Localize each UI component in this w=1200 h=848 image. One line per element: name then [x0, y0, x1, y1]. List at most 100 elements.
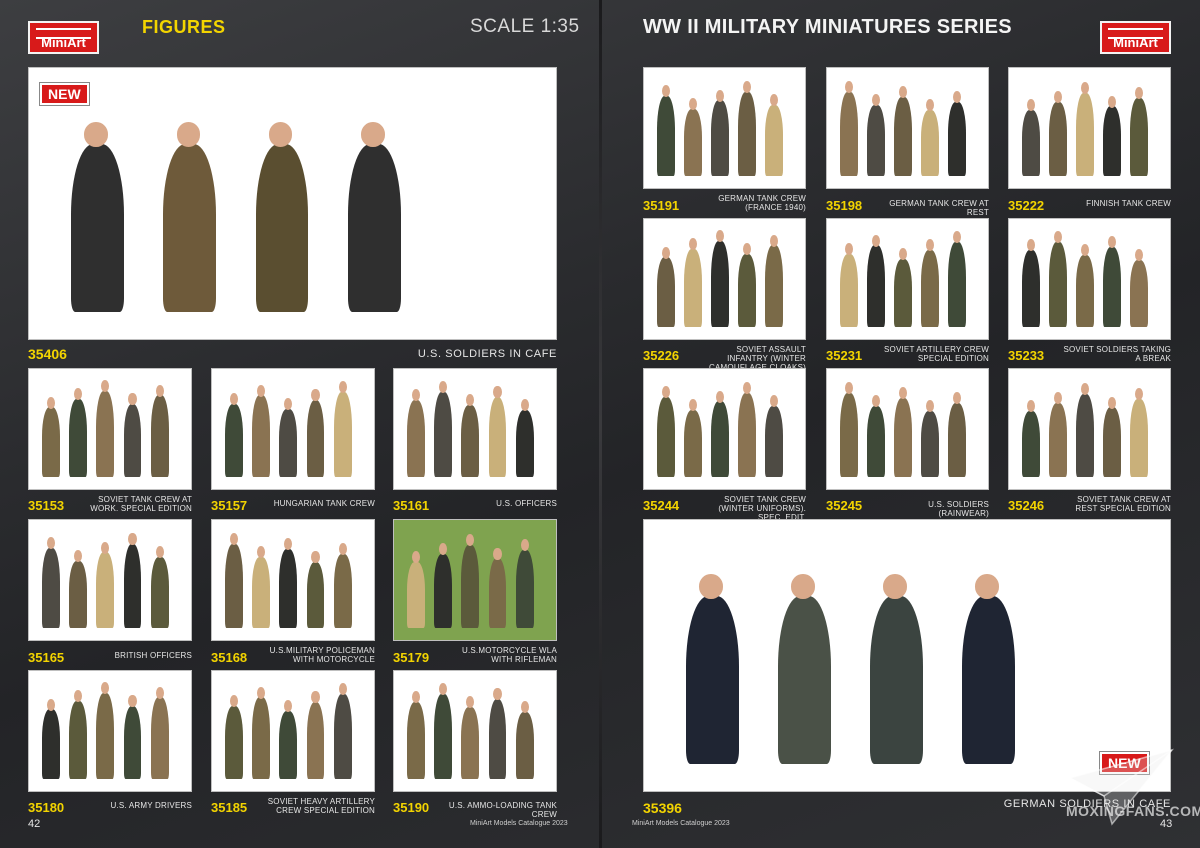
figure-head [74, 690, 83, 703]
product-caption-35165: BRITISH OFFICERS [114, 651, 192, 660]
figure-silhouette [948, 101, 966, 176]
figure-silhouette [279, 408, 298, 477]
figure-head [155, 686, 164, 699]
figure-silhouette [710, 401, 729, 477]
product-number-35161: 35161 [393, 498, 430, 513]
figure-silhouette [333, 553, 352, 628]
figures-illustration [644, 369, 805, 489]
figure-silhouette [1130, 259, 1148, 327]
figure-silhouette [839, 393, 858, 477]
figure-head [520, 399, 529, 411]
figure-silhouette [866, 406, 885, 477]
figure-head [101, 379, 110, 392]
figure-head [311, 691, 320, 704]
figure-silhouette [434, 391, 452, 477]
product-number-35226: 35226 [643, 348, 680, 363]
series-title: WW II MILITARY MINIATURES SERIES [643, 16, 1012, 38]
figure-silhouette [1075, 394, 1094, 477]
figure-silhouette [347, 143, 401, 312]
figure-head [1026, 99, 1035, 112]
figure-head [791, 574, 815, 599]
figure-head [46, 698, 55, 711]
product-image-35157 [211, 368, 375, 490]
product-image-35153 [28, 368, 192, 490]
figure-silhouette [765, 406, 783, 477]
figure-head [871, 234, 880, 247]
product-number-35180: 35180 [28, 800, 65, 815]
product-image-35244 [643, 368, 806, 490]
figure-head [844, 81, 853, 94]
figure-head [1053, 231, 1062, 243]
figure-silhouette [1048, 241, 1067, 327]
figures-illustration [29, 671, 191, 791]
figure-silhouette [123, 705, 142, 779]
figure-silhouette [96, 390, 115, 477]
figure-silhouette [406, 400, 425, 477]
product-image-35180 [28, 670, 192, 792]
footer-text-left: MiniArt Models Catalogue 2023 [470, 820, 568, 827]
figures-illustration [827, 369, 988, 489]
miniart-logo-right: MiniArt [1100, 21, 1171, 54]
figure-silhouette [866, 105, 885, 176]
figures-illustration [1009, 219, 1170, 339]
figure-head [439, 683, 448, 695]
footer-text-right: MiniArt Models Catalogue 2023 [632, 820, 730, 827]
figure-silhouette [1021, 110, 1040, 176]
figure-head [925, 400, 934, 413]
new-badge: NEW [40, 83, 89, 105]
figure-head [1080, 244, 1089, 257]
figure-silhouette [656, 396, 675, 477]
figure-head [311, 389, 320, 402]
figure-silhouette [962, 595, 1015, 764]
figure-silhouette [488, 396, 507, 477]
page-number-left: 42 [28, 818, 41, 830]
figure-head [466, 534, 475, 547]
figure-silhouette [434, 553, 452, 628]
figure-silhouette [255, 143, 309, 312]
figure-head [688, 399, 697, 411]
figure-silhouette [279, 710, 298, 779]
figure-silhouette [41, 709, 60, 779]
product-number-35246: 35246 [1008, 498, 1045, 513]
product-number-35190: 35190 [393, 800, 430, 815]
figures-illustration [29, 369, 191, 489]
figure-head [84, 122, 109, 147]
product-number-35165: 35165 [28, 650, 65, 665]
figure-head [715, 229, 724, 242]
figure-silhouette [893, 96, 912, 176]
product-caption-35198: GERMAN TANK CREW AT REST [889, 199, 989, 217]
figure-head [155, 384, 164, 397]
product-number-35396: 35396 [643, 800, 682, 816]
product-caption-35185: SOVIET HEAVY ARTILLERY CREW SPECIAL EDIT… [267, 797, 375, 815]
figure-silhouette [738, 393, 756, 477]
figures-illustration [1009, 369, 1170, 489]
figure-head [466, 394, 475, 407]
product-caption-35161: U.S. OFFICERS [496, 499, 557, 508]
figure-silhouette [1021, 250, 1040, 327]
product-number-35153: 35153 [28, 498, 65, 513]
figures-illustration [394, 520, 556, 640]
product-caption-35157: HUNGARIAN TANK CREW [273, 499, 375, 508]
figures-illustration [644, 219, 805, 339]
product-caption-35246: SOVIET TANK CREW AT REST SPECIAL EDITION [1075, 495, 1171, 513]
figure-silhouette [461, 405, 480, 477]
figure-head [1107, 396, 1116, 409]
figures-illustration [212, 520, 374, 640]
figure-silhouette [1075, 255, 1094, 327]
figure-silhouette [839, 253, 858, 327]
figure-head [715, 390, 724, 403]
figures-illustration [29, 68, 556, 339]
product-number-35231: 35231 [826, 348, 863, 363]
figure-head [257, 384, 266, 397]
figure-silhouette [252, 697, 270, 779]
figure-head [952, 391, 961, 404]
figure-silhouette [96, 552, 115, 628]
figure-silhouette [765, 245, 783, 327]
figure-head [439, 381, 448, 393]
figure-silhouette [738, 253, 756, 327]
figure-head [699, 574, 723, 599]
product-image-35231 [826, 218, 989, 340]
figure-head [74, 550, 83, 562]
figure-silhouette [406, 702, 425, 779]
figure-head [101, 681, 110, 694]
